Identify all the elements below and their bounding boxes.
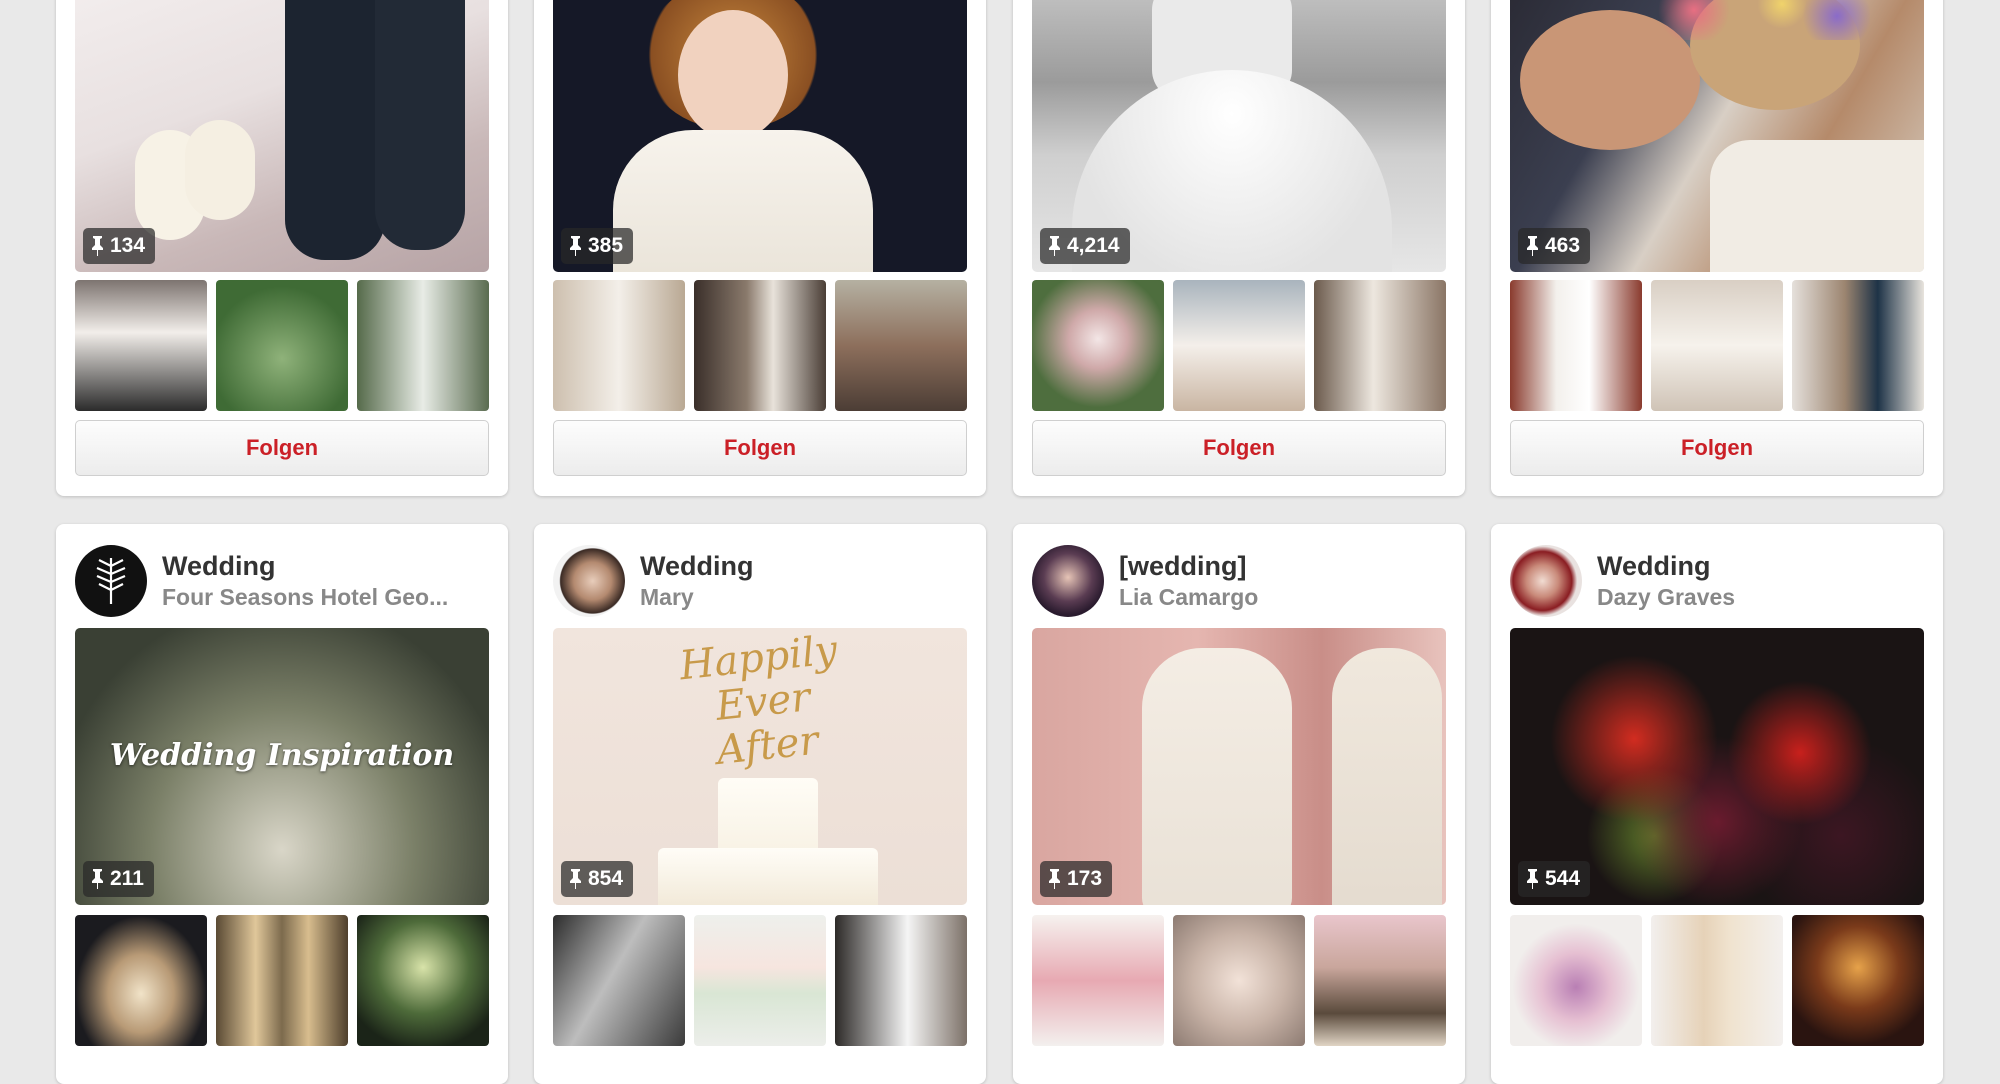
four-seasons-logo-icon [96,558,126,604]
board-header[interactable]: [wedding] Lia Camargo [1032,544,1446,618]
board-card[interactable]: 463 Folgen [1491,0,1943,496]
pushpin-icon [1049,236,1060,256]
cover-image-text: Happily Ever After [677,628,840,774]
board-cover-image[interactable]: 173 [1032,628,1446,905]
thumbnail[interactable] [1314,280,1446,411]
board-thumbnails [1510,280,1924,411]
thumbnail[interactable] [357,280,489,411]
thumbnail[interactable] [75,915,207,1046]
board-header[interactable]: Wedding Four Seasons Hotel Geo... [75,544,489,618]
board-cover-image[interactable]: 134 [75,0,489,272]
thumbnail[interactable] [1651,280,1783,411]
board-card[interactable]: [wedding] Lia Camargo 173 [1013,524,1465,1084]
thumbnail[interactable] [1510,915,1642,1046]
pin-count-badge: 854 [561,861,634,897]
board-thumbnails [1510,915,1924,1046]
board-thumbnails [1032,280,1446,411]
board-cover-image[interactable]: 544 [1510,628,1924,905]
follow-button[interactable]: Folgen [1032,420,1446,476]
thumbnail[interactable] [835,915,967,1046]
thumbnail[interactable] [216,280,348,411]
thumbnail[interactable] [1651,915,1783,1046]
board-owner[interactable]: Four Seasons Hotel Geo... [162,582,448,612]
thumbnail[interactable] [1792,280,1924,411]
pin-count-badge: 211 [83,861,154,897]
thumbnail[interactable] [1032,280,1164,411]
board-card[interactable]: Wedding Dazy Graves 544 [1491,524,1943,1084]
board-header[interactable]: Wedding Dazy Graves [1510,544,1924,618]
pushpin-icon [1527,236,1538,256]
board-header[interactable]: Wedding Mary [553,544,967,618]
board-thumbnails [553,280,967,411]
board-title[interactable]: Wedding [640,550,753,582]
board-owner[interactable]: Lia Camargo [1119,582,1258,612]
pin-count-badge: 134 [83,228,156,264]
pushpin-icon [92,869,103,889]
pushpin-icon [92,236,103,256]
pin-count-badge: 544 [1518,861,1591,897]
board-cover-image[interactable]: 4,214 [1032,0,1446,272]
pin-count-badge: 4,214 [1040,228,1130,264]
thumbnail[interactable] [835,280,967,411]
follow-button[interactable]: Folgen [1510,420,1924,476]
board-cover-image[interactable]: Wedding Inspiration 211 [75,628,489,905]
board-cover-image[interactable]: 463 [1510,0,1924,272]
avatar[interactable] [553,545,625,617]
pushpin-icon [1049,869,1060,889]
board-card[interactable]: 385 Folgen [534,0,986,496]
board-thumbnails [553,915,967,1046]
follow-button[interactable]: Folgen [75,420,489,476]
board-owner[interactable]: Dazy Graves [1597,582,1735,612]
board-thumbnails [1032,915,1446,1046]
thumbnail[interactable] [1792,915,1924,1046]
board-title[interactable]: Wedding [162,550,448,582]
board-thumbnails [75,915,489,1046]
board-title[interactable]: [wedding] [1119,550,1258,582]
follow-button[interactable]: Folgen [553,420,967,476]
avatar[interactable] [1032,545,1104,617]
cover-image-text: Wedding Inspiration [109,738,455,773]
thumbnail[interactable] [75,280,207,411]
pushpin-icon [570,869,581,889]
board-card[interactable]: 4,214 Folgen [1013,0,1465,496]
thumbnail[interactable] [694,915,826,1046]
board-grid: 134 Folgen 385 Folgen 4,214 Folgen 463 F… [0,0,2000,1084]
board-cover-image[interactable]: 385 [553,0,967,272]
thumbnail[interactable] [1173,915,1305,1046]
avatar[interactable] [75,545,147,617]
board-title[interactable]: Wedding [1597,550,1735,582]
board-card[interactable]: Wedding Four Seasons Hotel Geo... Weddin… [56,524,508,1084]
thumbnail[interactable] [1032,915,1164,1046]
board-card[interactable]: 134 Folgen [56,0,508,496]
avatar[interactable] [1510,545,1582,617]
pin-count-badge: 173 [1040,861,1113,897]
thumbnail[interactable] [357,915,489,1046]
pin-count-badge: 385 [561,228,634,264]
pushpin-icon [1527,869,1538,889]
board-thumbnails [75,280,489,411]
pin-count-badge: 463 [1518,228,1591,264]
pushpin-icon [570,236,581,256]
thumbnail[interactable] [1173,280,1305,411]
board-owner[interactable]: Mary [640,582,753,612]
thumbnail[interactable] [1510,280,1642,411]
board-cover-image[interactable]: Happily Ever After 854 [553,628,967,905]
thumbnail[interactable] [553,280,685,411]
board-card[interactable]: Wedding Mary Happily Ever After 854 [534,524,986,1084]
thumbnail[interactable] [553,915,685,1046]
thumbnail[interactable] [216,915,348,1046]
thumbnail[interactable] [1314,915,1446,1046]
thumbnail[interactable] [694,280,826,411]
